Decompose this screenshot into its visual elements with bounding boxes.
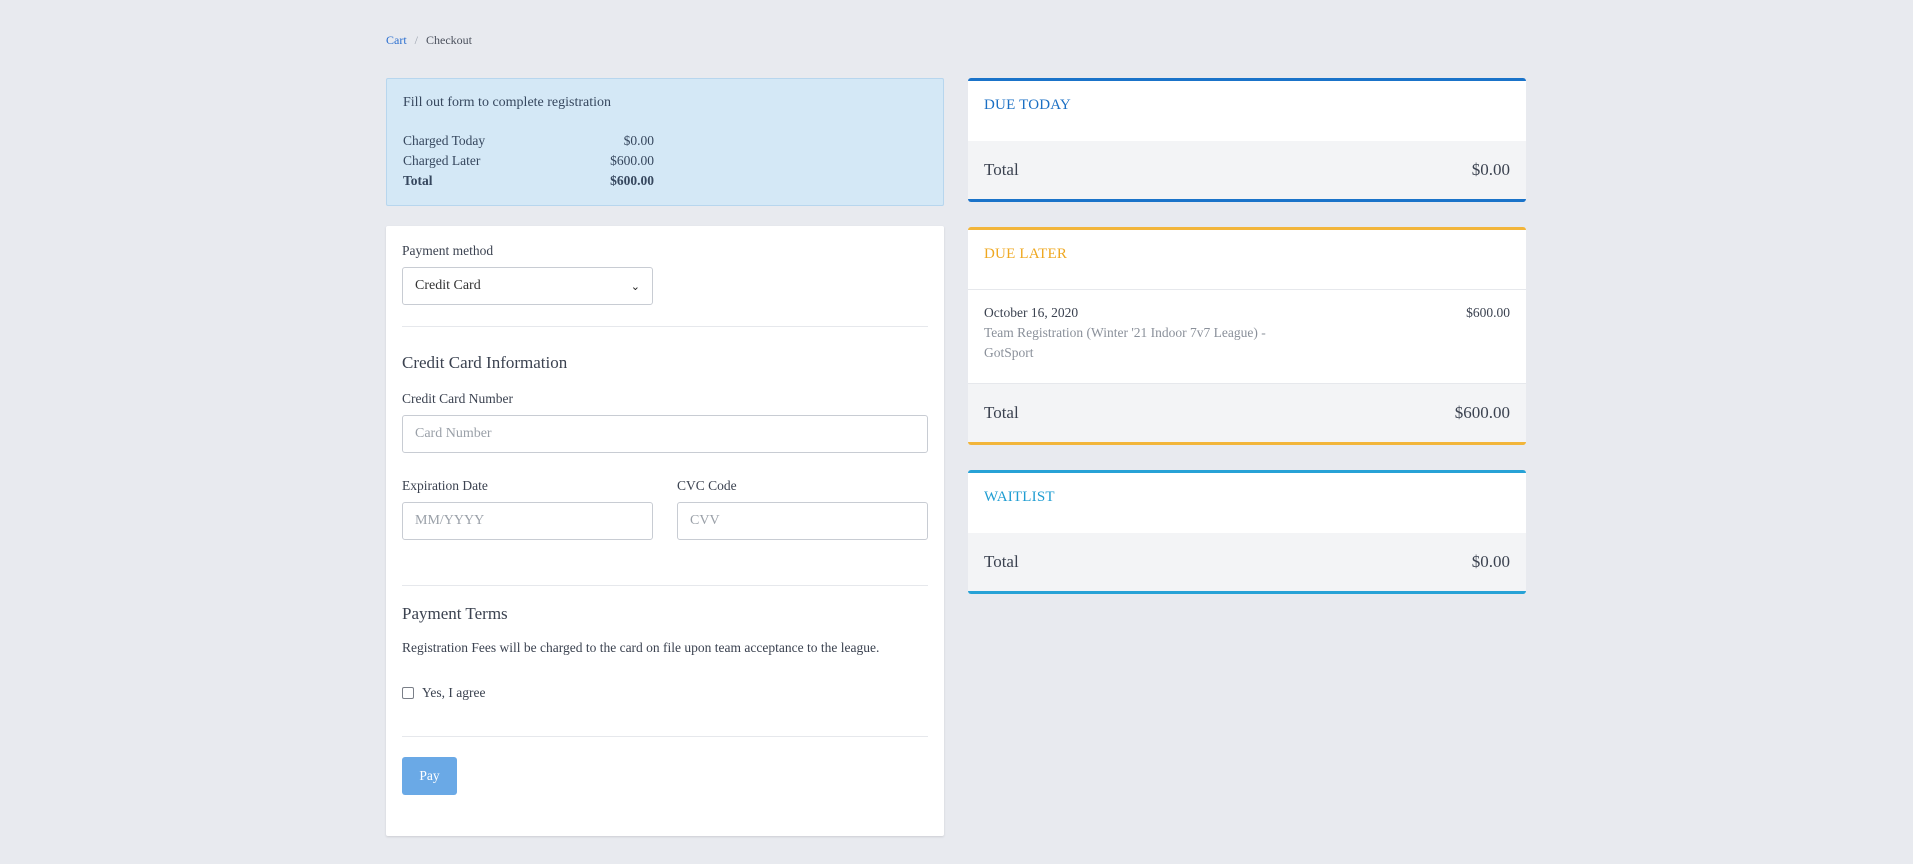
chevron-down-icon: ⌄ — [630, 279, 640, 293]
charged-later-value: $600.00 — [610, 153, 654, 168]
due-today-total-label: Total — [984, 160, 1019, 179]
list-item: October 16, 2020 Team Registration (Wint… — [968, 290, 1526, 384]
payment-terms-heading: Payment Terms — [402, 604, 508, 623]
due-today-total-value: $0.00 — [1471, 160, 1510, 179]
payment-method-value: Credit Card — [415, 278, 481, 293]
expiration-date-input[interactable]: MM/YYYY — [402, 502, 653, 540]
card-number-input[interactable]: Card Number — [402, 415, 928, 453]
due-today-panel: DUE TODAY Total $0.00 — [968, 78, 1526, 202]
divider — [402, 585, 928, 586]
due-later-total-value: $600.00 — [1454, 403, 1510, 422]
charge-total-row: Total $600.00 — [403, 171, 654, 191]
breadcrumb-separator: / — [414, 33, 419, 47]
cvc-code-input[interactable]: CVV — [677, 502, 928, 540]
due-today-title: DUE TODAY — [984, 97, 1071, 113]
charge-summary-table: Charged Today $0.00 Charged Later $600.0… — [403, 131, 654, 191]
credit-card-heading: Credit Card Information — [402, 353, 568, 372]
divider — [402, 736, 928, 737]
waitlist-total-row: Total $0.00 — [968, 533, 1526, 591]
charge-total-value: $600.00 — [610, 173, 654, 188]
registration-summary-box: Fill out form to complete registration C… — [386, 78, 944, 206]
charged-later-label: Charged Later — [403, 153, 481, 168]
due-later-item-date: October 16, 2020 — [984, 305, 1079, 320]
payment-method-select[interactable]: Credit Card ⌄ — [402, 267, 653, 305]
agree-label[interactable]: Yes, I agree — [422, 685, 486, 701]
card-number-label: Credit Card Number — [402, 391, 513, 406]
breadcrumb: Cart / Checkout — [386, 33, 472, 48]
due-later-total-label: Total — [984, 403, 1019, 422]
waitlist-title: WAITLIST — [984, 489, 1055, 505]
breadcrumb-current: Checkout — [426, 33, 473, 47]
breadcrumb-cart-link[interactable]: Cart — [386, 33, 407, 47]
waitlist-total-label: Total — [984, 552, 1019, 571]
summary-title: Fill out form to complete registration — [403, 95, 612, 110]
cvc-code-placeholder: CVV — [690, 513, 720, 528]
due-today-total-row: Total $0.00 — [968, 141, 1526, 199]
waitlist-total-value: $0.00 — [1471, 552, 1510, 571]
charged-later-row: Charged Later $600.00 — [403, 151, 654, 171]
charged-today-label: Charged Today — [403, 133, 486, 148]
due-later-item-amount: $600.00 — [1466, 305, 1510, 320]
charged-today-value: $0.00 — [623, 133, 654, 148]
payment-terms-text: Registration Fees will be charged to the… — [402, 640, 880, 655]
divider — [402, 326, 928, 327]
charge-total-label: Total — [403, 173, 433, 188]
agree-checkbox-row[interactable]: Yes, I agree — [402, 685, 486, 701]
charged-today-row: Charged Today $0.00 — [403, 131, 654, 151]
due-later-total-row: Total $600.00 — [968, 384, 1526, 442]
due-later-item-description: Team Registration (Winter '21 Indoor 7v7… — [984, 325, 1266, 360]
cvc-code-label: CVC Code — [677, 478, 737, 493]
payment-form-card: Payment method Credit Card ⌄ Credit Card… — [386, 226, 944, 836]
due-later-title: DUE LATER — [968, 230, 1526, 290]
due-later-item-details: October 16, 2020 Team Registration (Wint… — [984, 303, 1284, 383]
card-number-placeholder: Card Number — [415, 426, 492, 441]
checkout-form-column: Fill out form to complete registration C… — [386, 78, 944, 836]
agree-checkbox[interactable] — [402, 687, 414, 699]
expiration-date-placeholder: MM/YYYY — [415, 513, 485, 528]
waitlist-panel: WAITLIST Total $0.00 — [968, 470, 1526, 594]
payment-summary-column: DUE TODAY Total $0.00 DUE LATER October … — [968, 78, 1526, 619]
payment-method-label: Payment method — [402, 243, 494, 258]
due-later-panel: DUE LATER October 16, 2020 Team Registra… — [968, 227, 1526, 445]
pay-button[interactable]: Pay — [402, 757, 457, 795]
expiration-date-label: Expiration Date — [402, 478, 488, 493]
